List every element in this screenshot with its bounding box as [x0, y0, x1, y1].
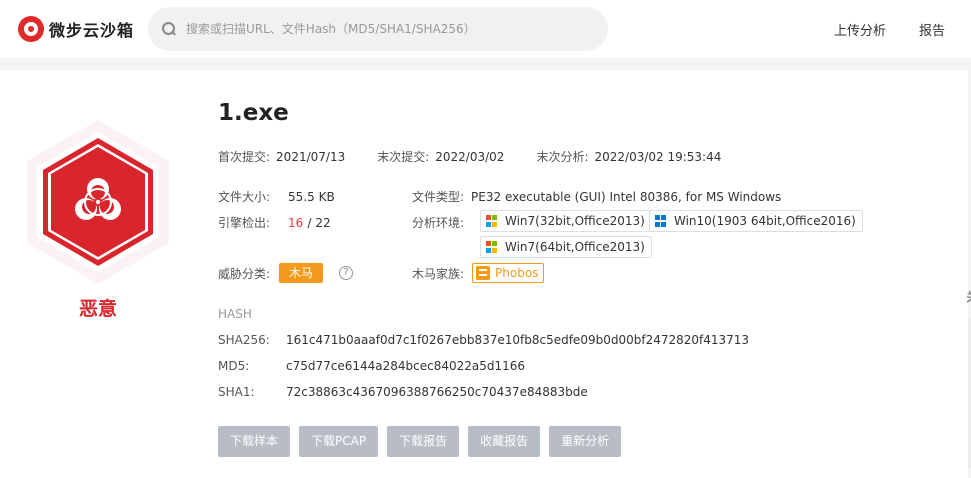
last-submit-value: 2022/03/02 — [435, 149, 505, 164]
reanalyze-button[interactable]: 重新分析 — [549, 426, 622, 457]
threat-category-label: 威胁分类: — [218, 266, 271, 281]
download-sample-button[interactable]: 下载样本 — [218, 426, 291, 457]
threat-category-row: 威胁分类: 木马 ? — [218, 263, 354, 283]
threat-category-tag[interactable]: 木马 — [279, 263, 324, 283]
env-chip-win7-32[interactable]: Win7(32bit,Office2013) — [480, 210, 652, 232]
engine-total-count: 22 — [315, 215, 331, 230]
file-name: 1.exe — [218, 100, 289, 126]
sha1-value[interactable]: 72c38863c4367096388766250c70437e84883bde — [286, 385, 588, 399]
stack-icon — [476, 266, 491, 280]
brand-logo-icon — [18, 16, 44, 42]
env-chip-win10-64[interactable]: Win10(1903 64bit,Office2016) — [649, 210, 863, 232]
right-panel-edge-text: 关 — [966, 288, 971, 305]
download-report-button[interactable]: 下载报告 — [387, 426, 460, 457]
report-summary-card: 恶意 1.exe 首次提交: 2021/07/13 末次提交: 2022/03/… — [0, 70, 968, 478]
search-bar[interactable] — [148, 7, 608, 51]
file-type-value: PE32 executable (GUI) Intel 80386, for M… — [471, 189, 782, 204]
submission-dates: 首次提交: 2021/07/13 末次提交: 2022/03/02 末次分析: … — [218, 148, 721, 165]
md5-row: MD5: c75d77ce6144a284bcec84022a5d1166 — [218, 359, 525, 373]
favorite-report-button[interactable]: 收藏报告 — [468, 426, 541, 457]
first-submit-value: 2021/07/13 — [276, 149, 346, 164]
verdict-badge — [19, 116, 177, 288]
md5-value[interactable]: c75d77ce6144a284bcec84022a5d1166 — [286, 359, 525, 373]
windows7-icon — [486, 215, 498, 227]
env-chip-win7-64[interactable]: Win7(64bit,Office2013) — [480, 236, 652, 258]
brand-logo[interactable]: 微步云沙箱 — [18, 16, 134, 42]
analysis-env-label-row: 分析环境: — [412, 214, 464, 231]
md5-label: MD5: — [218, 359, 250, 373]
brand-name: 微步云沙箱 — [49, 21, 135, 40]
download-pcap-button[interactable]: 下载PCAP — [299, 426, 379, 457]
verdict-label: 恶意 — [78, 298, 117, 320]
env-chip-label: Win7(64bit,Office2013) — [505, 240, 645, 254]
sha256-row: SHA256: 161c471b0aaaf0d7c1f0267ebb837e10… — [218, 333, 749, 347]
action-buttons: 下载样本 下载PCAP 下载报告 收藏报告 重新分析 — [218, 426, 630, 457]
sha1-label: SHA1: — [218, 385, 255, 399]
windows7-icon — [486, 241, 498, 253]
file-type-row: 文件类型: PE32 executable (GUI) Intel 80386,… — [412, 188, 781, 205]
sha256-value[interactable]: 161c471b0aaaf0d7c1f0267ebb837e10fb8c5edf… — [286, 333, 749, 347]
engine-detection-row: 引擎检出: 16 / 22 — [218, 214, 331, 231]
last-analysis-value: 2022/03/02 19:53:44 — [594, 149, 722, 164]
first-submit-label: 首次提交: — [218, 150, 271, 164]
engine-detection-label: 引擎检出: — [218, 216, 271, 230]
biohazard-icon — [27, 120, 169, 284]
file-size-value: 55.5 KB — [288, 189, 335, 204]
nav-upload-analysis[interactable]: 上传分析 — [834, 20, 886, 39]
engine-count-separator: / — [307, 215, 312, 230]
search-input[interactable] — [186, 22, 586, 36]
malware-family-label: 木马家族: — [412, 266, 465, 281]
windows10-icon — [655, 215, 667, 227]
malware-family-row: 木马家族: Phobos — [412, 263, 545, 283]
analysis-env-label: 分析环境: — [412, 216, 465, 230]
search-icon — [162, 22, 176, 36]
file-size-label: 文件大小: — [218, 190, 271, 204]
hash-section-title: HASH — [218, 307, 252, 321]
nav-report[interactable]: 报告 — [919, 20, 945, 39]
env-chip-label: Win10(1903 64bit,Office2016) — [674, 214, 856, 228]
top-bar: 微步云沙箱 上传分析 报告 — [0, 0, 971, 58]
file-type-label: 文件类型: — [412, 190, 465, 204]
file-size-row: 文件大小: 55.5 KB — [218, 188, 335, 205]
env-chip-label: Win7(32bit,Office2013) — [505, 214, 645, 228]
last-analysis-label: 末次分析: — [536, 150, 589, 164]
last-submit-label: 末次提交: — [377, 150, 430, 164]
engine-detected-count: 16 — [288, 215, 304, 230]
malware-family-name: Phobos — [495, 266, 539, 280]
sha256-label: SHA256: — [218, 333, 270, 347]
help-icon[interactable]: ? — [339, 266, 354, 280]
sha1-row: SHA1: 72c38863c4367096388766250c70437e84… — [218, 385, 588, 399]
malware-family-tag[interactable]: Phobos — [472, 263, 545, 283]
